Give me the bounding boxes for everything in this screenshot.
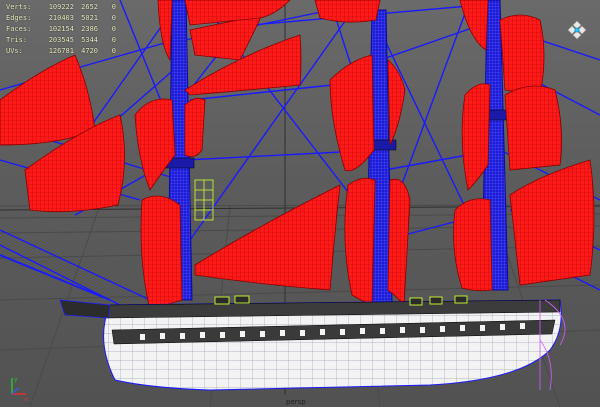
camera-name-label: persp	[286, 398, 306, 406]
hud-total: 102154	[48, 25, 74, 33]
selected-cage	[194, 179, 214, 221]
hud-total: 203545	[48, 36, 74, 44]
hud-selected: 4720	[81, 47, 98, 55]
hud-total: 210403	[48, 14, 74, 22]
hud-total: 126781	[48, 47, 74, 55]
modeling-viewport[interactable]: Verts: 109222 2652 0 Edges: 210403 5021 …	[0, 0, 600, 407]
hud-row-edges: Edges: 210403 5021 0	[6, 13, 116, 24]
hud-total: 109222	[48, 3, 74, 11]
hud-selected: 2386	[81, 25, 98, 33]
hud-row-faces: Faces: 102154 2386 0	[6, 24, 116, 35]
hud-selected: 2652	[81, 3, 98, 11]
hud-components: 0	[111, 3, 116, 11]
hud-selected: 5021	[81, 14, 98, 22]
hud-selected: 5344	[81, 36, 98, 44]
hud-label: Tris:	[6, 36, 28, 44]
svg-text:y: y	[14, 376, 18, 383]
hud-components: 0	[111, 25, 116, 33]
hud-row-uvs: UVs: 126781 4720 0	[6, 46, 116, 57]
view-cube-icon[interactable]	[565, 18, 589, 42]
hud-components: 0	[111, 36, 116, 44]
hud-components: 0	[111, 47, 116, 55]
hud-label: UVs:	[6, 47, 23, 55]
hud-label: Faces:	[6, 25, 32, 33]
hud-label: Edges:	[6, 14, 32, 22]
svg-text:x: x	[24, 396, 28, 402]
poly-count-hud: Verts: 109222 2652 0 Edges: 210403 5021 …	[6, 2, 116, 57]
ship-wireframe-scene[interactable]	[0, 0, 600, 407]
hud-row-tris: Tris: 203545 5344 0	[6, 35, 116, 46]
axis-gizmo-icon: y x	[11, 376, 28, 402]
mizzen-sails	[453, 0, 595, 292]
hud-label: Verts:	[6, 3, 32, 11]
hud-components: 0	[111, 14, 116, 22]
hud-row-verts: Verts: 109222 2652 0	[6, 2, 116, 13]
